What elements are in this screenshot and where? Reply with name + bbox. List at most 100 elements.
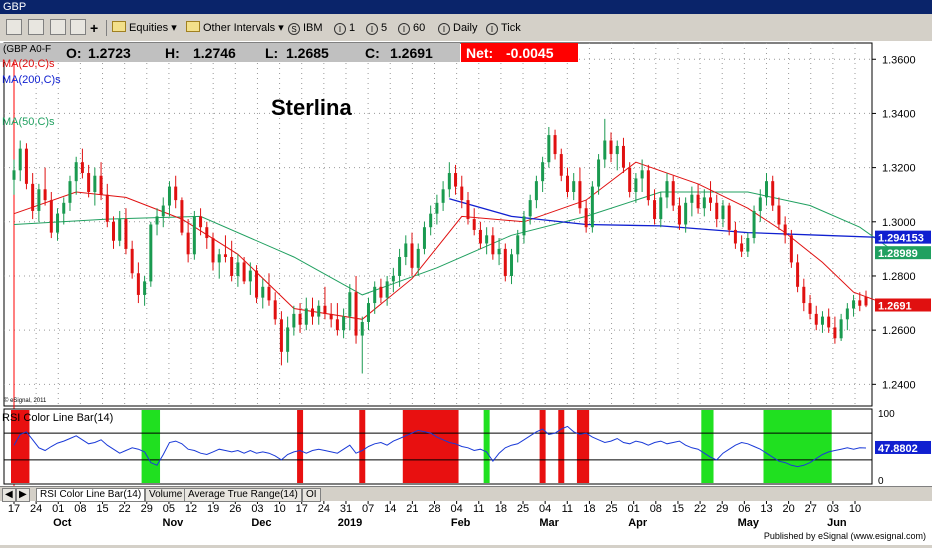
link-icon[interactable] xyxy=(6,19,22,35)
toolbar-separator xyxy=(106,20,107,36)
candle-body xyxy=(485,235,489,244)
candle-body xyxy=(764,181,768,198)
x-month-label: Feb xyxy=(451,517,471,529)
low-value: 1.2685 xyxy=(286,45,329,61)
interval-tick[interactable]: I Tick xyxy=(486,20,521,36)
candle-body xyxy=(136,273,140,295)
candle-body xyxy=(56,213,60,233)
candle-body xyxy=(590,186,594,228)
equities-menu[interactable]: Equities ▾ xyxy=(112,20,177,36)
x-day-label: 27 xyxy=(805,503,817,515)
candle-body xyxy=(130,248,134,274)
other-intervals-menu[interactable]: Other Intervals ▾ xyxy=(186,20,284,36)
copyright-note: © eSignal, 2011 xyxy=(4,397,47,404)
x-day-label: 01 xyxy=(628,503,640,515)
x-day-label: 17 xyxy=(296,503,308,515)
candle-body xyxy=(609,140,613,155)
candle-body xyxy=(833,327,837,339)
candle-body xyxy=(149,224,153,282)
x-day-label: 22 xyxy=(119,503,131,515)
rsi-oversold-band xyxy=(141,410,161,483)
interval-ibm[interactable]: S IBM xyxy=(288,20,323,36)
candle-body xyxy=(298,313,302,325)
candle-body xyxy=(690,194,694,203)
candle-body xyxy=(304,308,308,325)
interval-label: Daily xyxy=(453,22,478,34)
interval-label: 60 xyxy=(413,22,426,34)
candle-body xyxy=(709,197,713,203)
window-title: GBP xyxy=(3,1,27,13)
interval-5[interactable]: I5 xyxy=(366,20,387,36)
candle-body xyxy=(180,200,184,233)
chart-area[interactable]: 1.2400 1.2600 1.2800 1.3000 1.3200 1.3400 1.36… xyxy=(0,41,932,545)
candle-body xyxy=(789,235,793,263)
high-label: H: xyxy=(165,45,180,61)
candle-body xyxy=(248,270,252,282)
interval-1[interactable]: I1 xyxy=(334,20,355,36)
tab-atr[interactable]: Average True Range(14) xyxy=(184,488,302,502)
candle-body xyxy=(279,319,283,352)
candle-body xyxy=(236,262,240,276)
candle-body xyxy=(671,181,675,206)
x-day-label: 08 xyxy=(74,503,86,515)
candle-body xyxy=(441,189,445,203)
candle-body xyxy=(659,197,663,220)
equities-label: Equities xyxy=(129,22,169,34)
candle-body xyxy=(752,210,756,239)
dropdown-arrow-icon: ▾ xyxy=(278,22,284,34)
candle-body xyxy=(572,181,576,192)
candle-body xyxy=(354,292,358,336)
candle-body xyxy=(373,286,377,304)
open-value: 1.2723 xyxy=(88,45,131,61)
candle-body xyxy=(777,205,781,225)
add-icon[interactable]: + xyxy=(90,20,98,36)
x-day-label: 06 xyxy=(738,503,750,515)
price-chart[interactable]: 1.2400 1.2600 1.2800 1.3000 1.3200 1.3400 1.36… xyxy=(0,41,932,545)
candle-body xyxy=(43,189,47,201)
candle-body xyxy=(715,202,719,220)
x-day-label: 25 xyxy=(605,503,617,515)
candle-body xyxy=(839,319,843,339)
tab-rsi[interactable]: RSI Color Line Bar(14) xyxy=(36,488,146,502)
candle-body xyxy=(497,248,501,255)
properties-icon[interactable] xyxy=(70,19,86,35)
scroll-left-icon[interactable]: ◀ xyxy=(2,488,16,502)
candle-body xyxy=(528,200,532,217)
candle-body xyxy=(534,181,538,201)
candle-body xyxy=(74,162,78,182)
y-tick-label: 1.3600 xyxy=(882,54,916,66)
rsi-oversold-band xyxy=(763,410,832,483)
candle-body xyxy=(230,257,234,276)
x-day-label: 31 xyxy=(340,503,352,515)
interval-60[interactable]: I 60 xyxy=(398,20,425,36)
page-icon[interactable] xyxy=(50,19,66,35)
candle-body xyxy=(578,181,582,209)
candle-body xyxy=(186,232,190,255)
candle-body xyxy=(802,286,806,304)
candle-body xyxy=(634,178,638,192)
candle-body xyxy=(124,219,128,249)
new-chart-icon[interactable] xyxy=(28,19,44,35)
x-day-label: 13 xyxy=(760,503,772,515)
x-month-label: Jun xyxy=(827,517,847,529)
candle-body xyxy=(808,303,812,314)
scroll-right-icon[interactable]: ▶ xyxy=(16,488,30,502)
interval-icon: I xyxy=(398,23,410,35)
candle-body xyxy=(864,296,868,306)
candle-body xyxy=(80,162,84,174)
legend-ma50: MA(50,C)s xyxy=(2,116,55,128)
candle-body xyxy=(398,257,402,276)
candle-body xyxy=(62,202,66,214)
interval-icon: I xyxy=(486,23,498,35)
legend-ma200: MA(200,C)s xyxy=(2,74,61,86)
candle-body xyxy=(192,216,196,255)
x-day-label: 12 xyxy=(185,503,197,515)
candle-body xyxy=(105,194,109,222)
candle-body xyxy=(472,219,476,230)
x-day-label: 07 xyxy=(362,503,374,515)
dropdown-arrow-icon: ▾ xyxy=(171,22,177,34)
interval-daily[interactable]: I Daily xyxy=(438,20,477,36)
x-day-label: 17 xyxy=(8,503,20,515)
tab-oi[interactable]: OI xyxy=(302,488,321,502)
tab-volume[interactable]: Volume xyxy=(145,488,187,502)
